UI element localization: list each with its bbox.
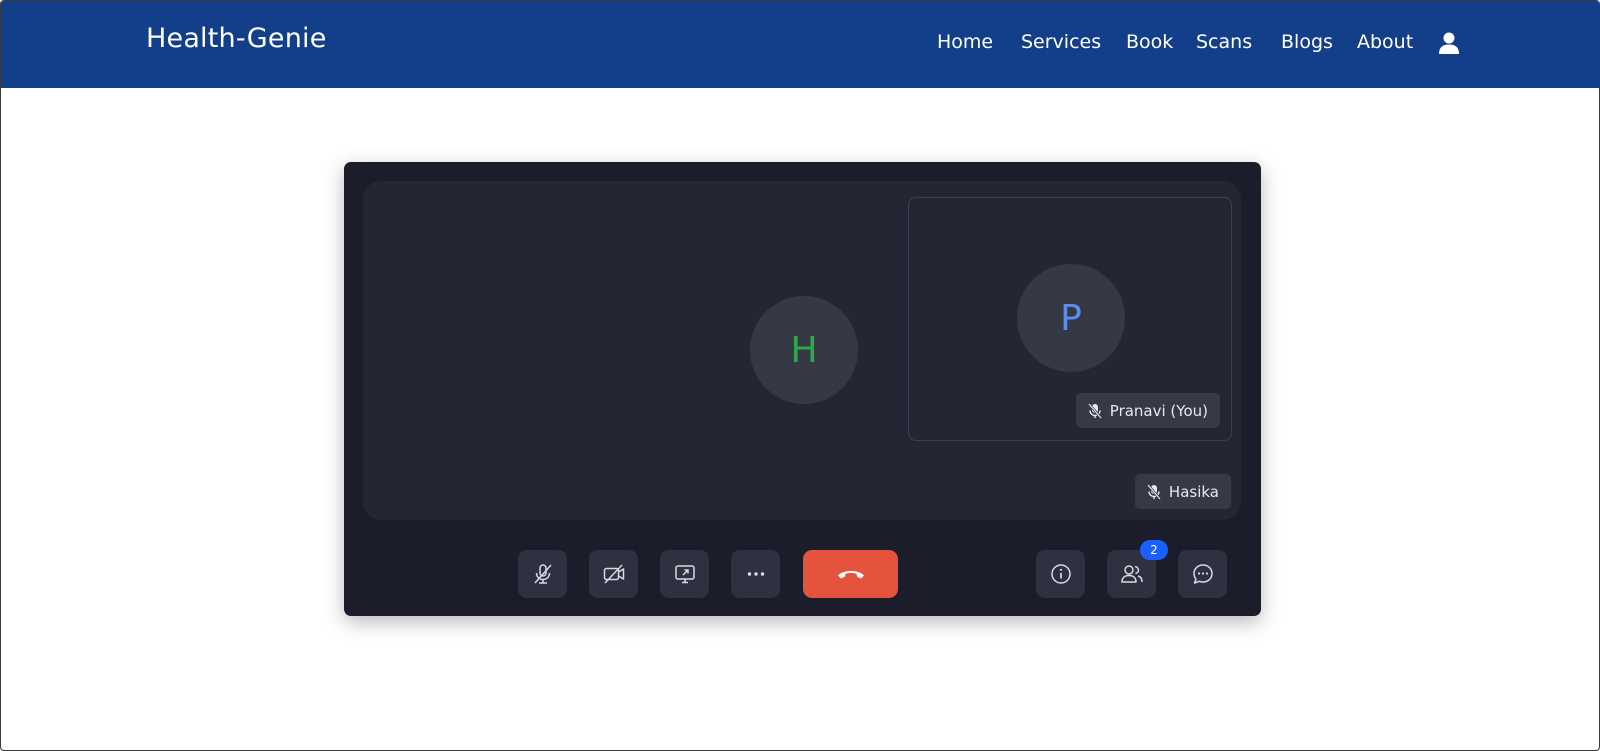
remote-name: Hasika [1168,482,1219,501]
more-options-button[interactable] [731,550,780,598]
participants-icon [1120,565,1143,583]
chat-button[interactable] [1178,550,1227,598]
chat-icon [1192,564,1213,584]
self-initial: P [1060,297,1082,339]
navbar: Health-Genie Home Services Book Scans Bl… [1,1,1599,88]
remote-initial: H [790,329,818,371]
phone-hangup-icon [837,571,864,579]
nav-link-scans[interactable]: Scans [1196,31,1252,53]
toggle-camera-button[interactable] [589,550,638,598]
info-icon [1050,564,1071,584]
nav-link-about[interactable]: About [1357,31,1413,53]
brand-logo[interactable]: Health-Genie [146,23,327,54]
more-icon [747,572,764,576]
participants-count-badge: 2 [1140,540,1168,560]
self-avatar: P [1017,264,1125,372]
self-name: Pranavi (You) [1109,401,1208,420]
self-video-tile: P Pranavi (You) [908,197,1232,441]
page: Health-Genie Home Services Book Scans Bl… [0,0,1600,751]
nav-link-home[interactable]: Home [937,31,993,53]
remote-name-tag: Hasika [1134,474,1231,509]
screen-share-icon [674,565,695,584]
toggle-mic-button[interactable] [518,550,567,598]
meeting-info-button[interactable] [1036,550,1085,598]
nav-link-blogs[interactable]: Blogs [1281,31,1333,53]
self-name-tag: Pranavi (You) [1075,393,1220,428]
nav-link-book[interactable]: Book [1126,31,1173,53]
mic-off-icon [1146,483,1161,500]
meeting-panel: H P Pranavi (You) Hasika 2 [344,162,1261,616]
nav-link-services[interactable]: Services [1021,31,1101,53]
mic-off-icon [533,564,552,584]
mic-off-icon [1087,402,1102,419]
camera-off-icon [603,564,624,584]
remote-avatar: H [750,296,858,404]
screen-share-button[interactable] [660,550,709,598]
video-stage: H P Pranavi (You) Hasika [363,181,1241,520]
user-icon[interactable] [1439,32,1459,54]
end-call-button[interactable] [803,550,898,598]
